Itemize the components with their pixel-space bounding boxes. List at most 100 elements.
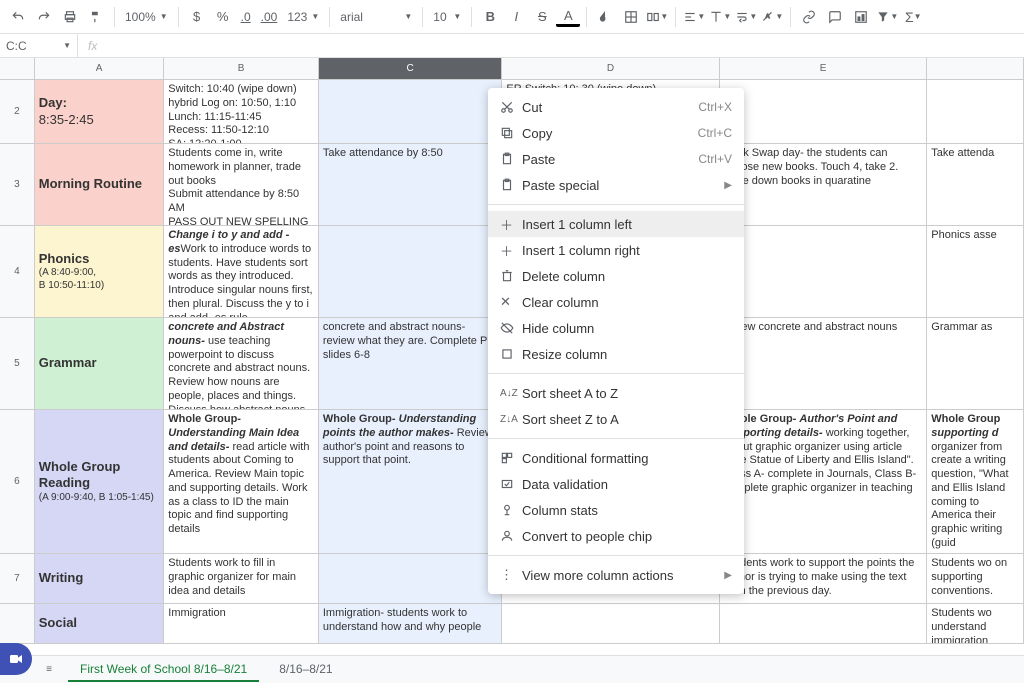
ctx-delete-col[interactable]: Delete column (488, 263, 744, 289)
cell[interactable]: Social (35, 604, 165, 643)
wrap-button[interactable]: ▼ (734, 5, 758, 29)
column-header-b[interactable]: B (164, 58, 319, 79)
column-header-a[interactable]: A (35, 58, 164, 79)
cell[interactable] (927, 80, 1024, 143)
ctx-resize-col[interactable]: Resize column (488, 341, 744, 367)
ctx-paste[interactable]: PasteCtrl+V (488, 146, 744, 172)
ctx-clear-col[interactable]: ✕Clear column (488, 289, 744, 315)
ctx-conditional[interactable]: Conditional formatting (488, 445, 744, 471)
redo-button[interactable] (32, 5, 56, 29)
sheet-tab-active[interactable]: First Week of School 8/16–8/21 (68, 658, 259, 682)
cell[interactable]: Whole Group Reading(A 9:00-9:40, B 1:05-… (35, 410, 165, 553)
row-header[interactable]: 3 (0, 144, 35, 225)
formula-input[interactable] (107, 34, 1024, 57)
cell[interactable]: Students work to support the points the … (720, 554, 928, 603)
ctx-sort-za[interactable]: Z↓ASort sheet Z to A (488, 406, 744, 432)
ctx-paste-special[interactable]: Paste special▶ (488, 172, 744, 198)
text-color-button[interactable]: A (556, 7, 580, 27)
cell[interactable]: Whole Group- Author's Point and supporti… (720, 410, 928, 553)
cell[interactable]: concrete and abstract nouns- review what… (319, 318, 503, 409)
paint-format-button[interactable] (84, 5, 108, 29)
row-header[interactable]: 4 (0, 226, 35, 317)
cell[interactable] (502, 604, 719, 643)
cell[interactable]: Students come in, write homework in plan… (164, 144, 319, 225)
merge-button[interactable]: ▼ (645, 5, 669, 29)
cell[interactable]: Students work to fill in graphic organiz… (164, 554, 319, 603)
more-formats-button[interactable]: 123▼ (283, 10, 323, 24)
filter-button[interactable]: ▼ (875, 5, 899, 29)
cell[interactable]: Writing (35, 554, 165, 603)
cell[interactable] (720, 226, 928, 317)
cell[interactable]: Take attenda (927, 144, 1024, 225)
cell[interactable]: Morning Routine (35, 144, 165, 225)
cell[interactable]: Whole Group- Understanding points the au… (319, 410, 503, 553)
print-button[interactable] (58, 5, 82, 29)
ctx-data-validation[interactable]: Data validation (488, 471, 744, 497)
functions-button[interactable]: Σ▼ (901, 5, 925, 29)
column-header-f[interactable] (927, 58, 1024, 79)
column-header-c[interactable]: C (319, 58, 503, 79)
cell[interactable] (720, 604, 928, 643)
valign-button[interactable]: ▼ (708, 5, 732, 29)
cell[interactable]: concrete and Abstract nouns- use teachin… (164, 318, 319, 409)
cell[interactable]: Book Swap day- the students can choose n… (720, 144, 928, 225)
ctx-more[interactable]: ⋮View more column actions▶ (488, 562, 744, 588)
all-sheets-button[interactable]: ≡ (38, 659, 60, 681)
column-header-e[interactable]: E (720, 58, 928, 79)
select-all-corner[interactable] (0, 58, 35, 79)
sheet-tab-other[interactable]: 8/16–8/21 (267, 658, 344, 682)
row-header[interactable] (0, 604, 35, 643)
zoom-selector[interactable]: 100%▼ (121, 10, 172, 24)
strike-button[interactable]: S (530, 5, 554, 29)
row-header[interactable]: 2 (0, 80, 35, 143)
cell[interactable]: Phonics(A 8:40-9:00, B 10:50-11:10) (35, 226, 165, 317)
fontsize-selector[interactable]: 10▼ (429, 10, 465, 24)
font-selector[interactable]: arial▼ (336, 10, 416, 24)
link-button[interactable] (797, 5, 821, 29)
ctx-sort-az[interactable]: A↓ZSort sheet A to Z (488, 380, 744, 406)
name-box[interactable]: C:C▼ (0, 34, 78, 57)
fill-color-button[interactable] (593, 5, 617, 29)
percent-button[interactable]: % (211, 5, 235, 29)
italic-button[interactable]: I (504, 5, 528, 29)
meet-button[interactable] (0, 643, 32, 675)
cell[interactable]: Grammar (35, 318, 165, 409)
ctx-insert-right[interactable]: ＋Insert 1 column right (488, 237, 744, 263)
cell[interactable]: Students wo understand immigration (927, 604, 1024, 643)
ctx-people-chip[interactable]: Convert to people chip (488, 523, 744, 549)
undo-button[interactable] (6, 5, 30, 29)
decrease-decimal-button[interactable]: .0 (237, 10, 255, 24)
cell[interactable]: Switch: 10:40 (wipe down) hybrid Log on:… (164, 80, 319, 143)
currency-button[interactable]: $ (185, 5, 209, 29)
cell[interactable]: Immigration (164, 604, 319, 643)
cell[interactable]: Whole Group- Understanding Main Idea and… (164, 410, 319, 553)
rotate-button[interactable]: A▼ (760, 5, 784, 29)
ctx-column-stats[interactable]: Column stats (488, 497, 744, 523)
cell[interactable]: Immigration- students work to understand… (319, 604, 503, 643)
cell[interactable]: review concrete and abstract nouns (720, 318, 928, 409)
cell[interactable]: Take attendance by 8:50 (319, 144, 503, 225)
ctx-hide-col[interactable]: Hide column (488, 315, 744, 341)
cell[interactable] (720, 80, 928, 143)
ctx-copy[interactable]: CopyCtrl+C (488, 120, 744, 146)
comment-button[interactable] (823, 5, 847, 29)
cell[interactable] (319, 226, 503, 317)
cell[interactable]: Phonics asse (927, 226, 1024, 317)
cell[interactable]: Students wo on supporting conventions. (927, 554, 1024, 603)
cell[interactable]: Whole Group supporting d organizer from … (927, 410, 1024, 553)
column-header-d[interactable]: D (502, 58, 719, 79)
bold-button[interactable]: B (478, 5, 502, 29)
ctx-cut[interactable]: CutCtrl+X (488, 94, 744, 120)
row-header[interactable]: 5 (0, 318, 35, 409)
ctx-insert-left[interactable]: ＋Insert 1 column left (488, 211, 744, 237)
row-header[interactable]: 6 (0, 410, 35, 553)
cell[interactable]: Change i to y and add -esWork to introdu… (164, 226, 319, 317)
cell[interactable]: Grammar as (927, 318, 1024, 409)
cell[interactable] (319, 80, 503, 143)
halign-button[interactable]: ▼ (682, 5, 706, 29)
increase-decimal-button[interactable]: .00 (257, 10, 282, 24)
cell[interactable] (319, 554, 503, 603)
cell[interactable]: Day: 8:35-2:45 (35, 80, 165, 143)
borders-button[interactable] (619, 5, 643, 29)
row-header[interactable]: 7 (0, 554, 35, 603)
